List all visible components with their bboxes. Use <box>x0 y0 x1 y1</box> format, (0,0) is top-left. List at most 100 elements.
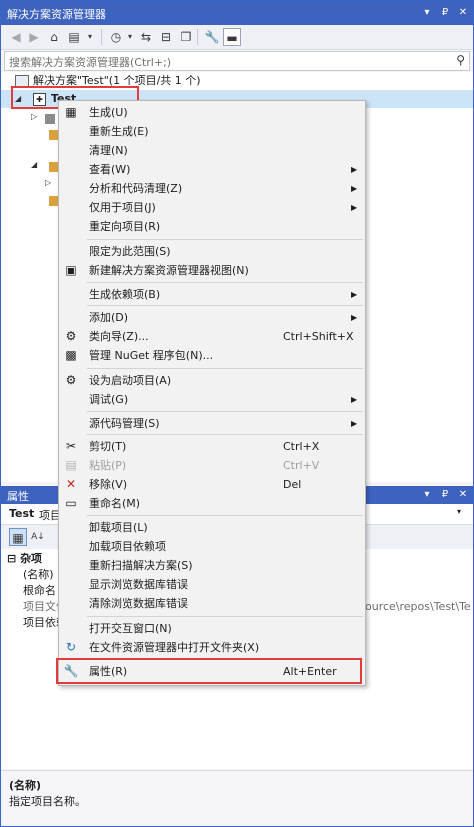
back-icon[interactable]: ◀ <box>7 28 25 46</box>
menu-item[interactable]: ✕ 移除(V) Del <box>59 475 365 494</box>
search-box[interactable]: 搜索解决方案资源管理器(Ctrl+;) ⚲ <box>4 51 470 71</box>
search-placeholder: 搜索解决方案资源管理器(Ctrl+;) <box>9 56 172 69</box>
menu-item[interactable]: 打开交互窗口(N) <box>59 619 365 638</box>
menu-item[interactable]: 清理(N) <box>59 141 365 160</box>
category-row[interactable]: ⊟ 杂项 <box>7 551 42 567</box>
refresh-arrow-icon: ↻ <box>65 640 77 654</box>
build-icon: ▦ <box>65 105 77 119</box>
menu-item[interactable]: ⚙ 类向导(Z)... Ctrl+Shift+X <box>59 327 365 346</box>
chevron-down-icon[interactable]: ▾ <box>81 28 99 46</box>
menu-item[interactable]: 查看(W) ▶ <box>59 160 365 179</box>
menu-item-label: 管理 NuGet 程序包(N)... <box>89 349 214 362</box>
menu-item-label: 打开交互窗口(N) <box>89 622 172 635</box>
menu-item[interactable]: 源代码管理(S) ▶ <box>59 414 365 433</box>
menu-item[interactable]: ▦ 生成(U) <box>59 103 365 122</box>
expand-caret-icon[interactable]: ▷ <box>31 112 37 121</box>
menu-separator <box>87 239 363 240</box>
menu-separator <box>87 305 363 306</box>
nuget-icon: ▩ <box>65 348 77 362</box>
project-file-path: ource\repos\Test\Test <box>365 600 471 613</box>
close-icon[interactable]: ✕ <box>455 487 471 503</box>
sync-icon[interactable]: ⇆ <box>137 28 155 46</box>
prop-row-root-namespace[interactable]: 根命名 <box>23 583 56 599</box>
menu-item-label: 重新扫描解决方案(S) <box>89 559 193 572</box>
home-icon[interactable]: ⌂ <box>45 28 63 46</box>
menu-item-shortcut: Ctrl+Shift+X <box>283 330 354 343</box>
pin-icon[interactable]: ₽ <box>437 487 453 503</box>
dropdown-icon[interactable]: ▾ <box>419 5 435 21</box>
menu-item[interactable]: 重新扫描解决方案(S) <box>59 556 365 575</box>
pin-icon[interactable]: ₽ <box>437 5 453 21</box>
menu-item-label: 类向导(Z)... <box>89 330 149 343</box>
collapse-all-icon[interactable]: ⊟ <box>157 28 175 46</box>
menu-item[interactable]: ⚙ 设为启动项目(A) <box>59 371 365 390</box>
menu-item-label: 调试(G) <box>89 393 129 406</box>
close-icon[interactable]: ✕ <box>455 5 471 21</box>
menu-item-label: 生成(U) <box>89 106 128 119</box>
show-all-files-icon[interactable]: ❐ <box>177 28 195 46</box>
menu-separator <box>87 434 363 435</box>
menu-item[interactable]: 添加(D) ▶ <box>59 308 365 327</box>
object-name: Test <box>9 507 35 520</box>
menu-item-shortcut: Ctrl+X <box>283 440 320 453</box>
menu-item[interactable]: ↻ 在文件资源管理器中打开文件夹(X) <box>59 638 365 657</box>
submenu-arrow-icon: ▶ <box>351 165 358 174</box>
forward-icon[interactable]: ▶ <box>25 28 43 46</box>
description-text: 指定项目名称。 <box>9 795 86 808</box>
menu-item[interactable]: 重定向项目(R) <box>59 217 365 236</box>
submenu-arrow-icon: ▶ <box>351 184 358 193</box>
search-icon[interactable]: ⚲ <box>456 53 465 67</box>
menu-item[interactable]: 调试(G) ▶ <box>59 390 365 409</box>
class-wizard-icon: ⚙ <box>65 329 77 343</box>
menu-item-label: 在文件资源管理器中打开文件夹(X) <box>89 641 260 654</box>
menu-item-label: 新建解决方案资源管理器视图(N) <box>89 264 249 277</box>
new-view-icon: ▣ <box>65 263 77 277</box>
menu-item[interactable]: 显示浏览数据库错误 <box>59 575 365 594</box>
prop-row-name[interactable]: (名称) <box>23 567 54 583</box>
submenu-arrow-icon: ▶ <box>351 290 358 299</box>
menu-item[interactable]: ✂ 剪切(T) Ctrl+X <box>59 437 365 456</box>
menu-item[interactable]: 重新生成(E) <box>59 122 365 141</box>
categorized-icon[interactable]: ▦ <box>9 528 27 546</box>
title-bar: 解决方案资源管理器 ▾ ₽ ✕ <box>1 1 473 25</box>
preview-icon[interactable]: ▬ <box>223 28 241 46</box>
menu-item-shortcut: Del <box>283 478 302 491</box>
properties-description: (名称) 指定项目名称。 <box>1 770 473 826</box>
menu-item[interactable]: ▭ 重命名(M) <box>59 494 365 513</box>
menu-item[interactable]: 清除浏览数据库错误 <box>59 594 365 613</box>
menu-separator <box>87 616 363 617</box>
properties-title: 属性 <box>7 490 29 503</box>
submenu-arrow-icon: ▶ <box>351 419 358 428</box>
menu-item-shortcut: Ctrl+V <box>283 459 320 472</box>
toolbar: ◀ ▶ ⌂ ▤ ▾ ◷ ▾ ⇆ ⊟ ❐ 🔧 ▬ <box>1 25 473 50</box>
menu-item[interactable]: 加载项目依赖项 <box>59 537 365 556</box>
menu-separator <box>87 282 363 283</box>
wrench-icon[interactable]: 🔧 <box>203 28 221 46</box>
expand-caret-icon[interactable]: ▷ <box>45 178 51 187</box>
dropdown-icon[interactable]: ▾ <box>419 487 435 503</box>
alphabetical-icon[interactable]: A↓ <box>29 528 47 546</box>
menu-item[interactable]: 卸载项目(L) <box>59 518 365 537</box>
menu-item[interactable]: 生成依赖项(B) ▶ <box>59 285 365 304</box>
menu-item[interactable]: 限定为此范围(S) <box>59 242 365 261</box>
menu-item[interactable]: 仅用于项目(J) ▶ <box>59 198 365 217</box>
scissors-icon: ✂ <box>65 439 77 453</box>
menu-item[interactable]: ▣ 新建解决方案资源管理器视图(N) <box>59 261 365 280</box>
collapse-caret-icon[interactable]: ◢ <box>31 160 37 169</box>
menu-separator <box>87 515 363 516</box>
menu-item[interactable]: 分析和代码清理(Z) ▶ <box>59 179 365 198</box>
references-icon <box>45 114 55 124</box>
submenu-arrow-icon: ▶ <box>351 395 358 404</box>
menu-item[interactable]: ▩ 管理 NuGet 程序包(N)... <box>59 346 365 365</box>
chevron-down-icon[interactable]: ▾ <box>457 507 461 516</box>
menu-item-label: 清除浏览数据库错误 <box>89 597 188 610</box>
menu-item-label: 添加(D) <box>89 311 129 324</box>
collapse-box-icon[interactable]: ⊟ <box>7 552 16 565</box>
menu-item-label: 仅用于项目(J) <box>89 201 156 214</box>
remove-icon: ✕ <box>65 477 77 491</box>
window-title: 解决方案资源管理器 <box>7 8 106 21</box>
menu-item-label: 限定为此范围(S) <box>89 245 171 258</box>
menu-item-label: 源代码管理(S) <box>89 417 160 430</box>
menu-item[interactable]: ▤ 粘贴(P) Ctrl+V <box>59 456 365 475</box>
submenu-arrow-icon: ▶ <box>351 203 358 212</box>
